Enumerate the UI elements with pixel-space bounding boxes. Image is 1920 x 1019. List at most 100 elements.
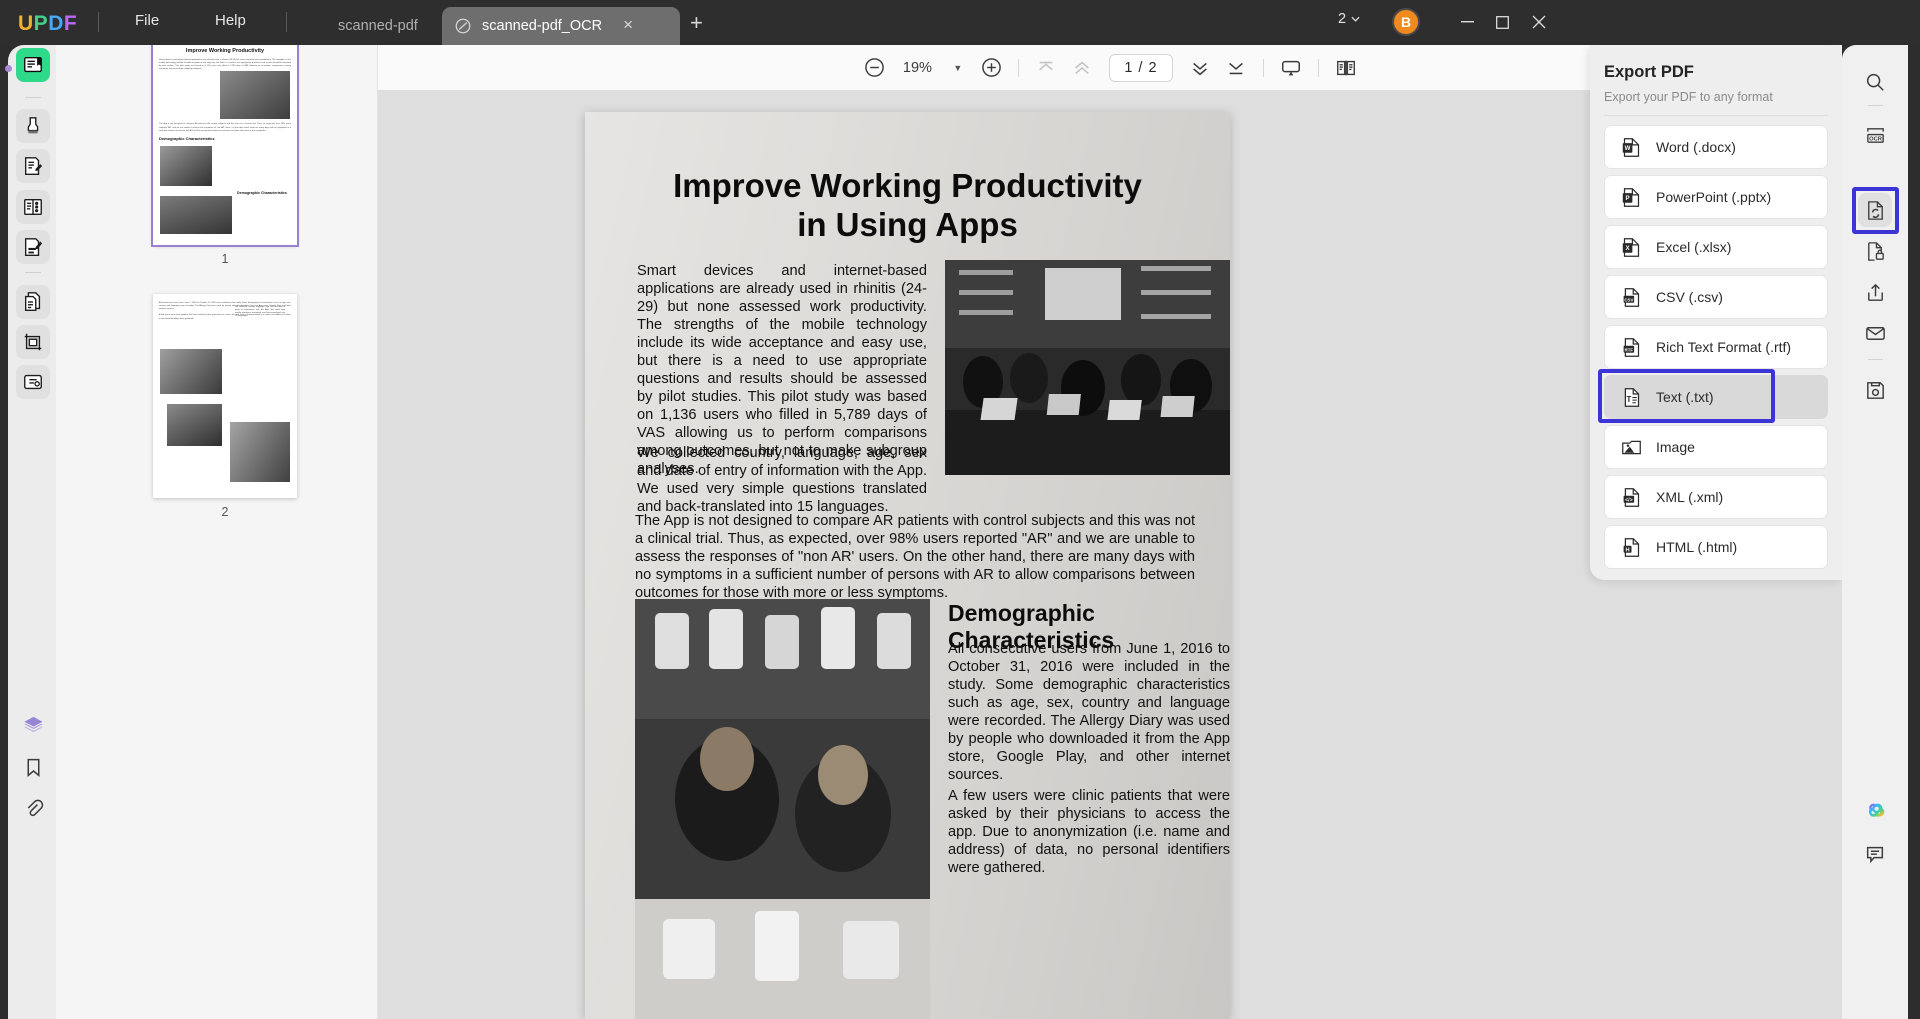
people-table-photo	[635, 599, 930, 1019]
convert-export-icon[interactable]	[1858, 193, 1892, 227]
document-photo-meeting	[945, 260, 1230, 475]
tab-close-icon[interactable]: ×	[618, 16, 638, 36]
ocr-icon[interactable]: OCR	[1858, 118, 1892, 152]
titlebar-divider-2	[286, 12, 287, 32]
thumb-subheading: Demographic Characteristics	[159, 135, 215, 141]
export-option-word[interactable]: W Word (.docx)	[1604, 125, 1828, 169]
ocr-tab-icon	[455, 18, 471, 34]
sidebar-item-layers[interactable]	[16, 709, 50, 743]
title-bar: U P D F File Help scanned-pdf scanned-pd…	[0, 0, 1920, 45]
sidebar-item-organize[interactable]	[16, 190, 50, 224]
protect-lock-icon[interactable]	[1858, 234, 1892, 268]
menu-help[interactable]: Help	[215, 12, 246, 29]
zoom-dropdown-chevron-down-icon[interactable]: ▼	[943, 63, 972, 73]
export-option-powerpoint[interactable]: P PowerPoint (.pptx)	[1604, 175, 1828, 219]
first-page-button[interactable]	[1029, 53, 1063, 83]
page-count-value: 2	[1338, 11, 1347, 27]
export-option-image[interactable]: Image	[1604, 425, 1828, 469]
document-paragraph-5: A few users were clinic patients that we…	[948, 788, 1230, 877]
svg-text:RTF: RTF	[1625, 347, 1634, 352]
last-page-button[interactable]	[1219, 53, 1253, 83]
export-option-xml[interactable]: </> XML (.xml)	[1604, 475, 1828, 519]
toolbar-divider-2	[1262, 58, 1264, 77]
svg-text:P: P	[1626, 195, 1630, 202]
close-icon	[1532, 15, 1546, 29]
zoom-in-button[interactable]	[974, 53, 1008, 83]
thumb2-paragraph-3: We collected country, language, age, sex…	[235, 306, 285, 318]
page-number-input[interactable]: 1 / 2	[1109, 53, 1173, 82]
thumb2-photo-1	[160, 349, 222, 394]
zoom-out-button[interactable]	[857, 53, 891, 83]
sidebar-item-convert[interactable]	[16, 285, 50, 319]
export-option-label: Text (.txt)	[1656, 389, 1714, 405]
export-option-rtf[interactable]: RTF Rich Text Format (.rtf)	[1604, 325, 1828, 369]
email-envelope-icon[interactable]	[1858, 316, 1892, 350]
sidebar-item-protect[interactable]	[16, 365, 50, 399]
close-window-button[interactable]	[1524, 8, 1554, 36]
thumbnail-item-1[interactable]: Improve Working Productivity Smart devic…	[151, 45, 299, 266]
zoom-level-value[interactable]: 19%	[893, 60, 941, 76]
thumbnail-panel[interactable]: Improve Working Productivity Smart devic…	[56, 45, 378, 1019]
sidebar-item-annotate[interactable]	[16, 230, 50, 264]
thumb2-photo-3	[230, 422, 290, 482]
paperclip-icon	[27, 799, 43, 816]
zoom-out-icon	[865, 58, 884, 77]
text-file-icon: T	[1624, 387, 1640, 407]
envelope-icon	[1865, 326, 1885, 340]
powerpoint-file-icon: P	[1622, 187, 1640, 207]
minimize-button[interactable]	[1452, 8, 1482, 36]
excel-file-icon: X	[1622, 237, 1640, 257]
menu-file[interactable]: File	[135, 12, 159, 29]
ocr-scan-icon: OCR	[1866, 127, 1884, 143]
maximize-button[interactable]	[1487, 8, 1517, 36]
thumb-paragraph-2: The App is not designed to compare AR pa…	[159, 123, 291, 132]
comment-chat-icon[interactable]	[1858, 837, 1892, 871]
export-option-excel[interactable]: X Excel (.xlsx)	[1604, 225, 1828, 269]
sidebar-item-bookmark[interactable]	[16, 750, 50, 784]
export-option-label: XML (.xml)	[1656, 489, 1724, 505]
rsidebar-divider-2	[1868, 359, 1883, 360]
search-icon[interactable]	[1858, 65, 1892, 99]
svg-text:</>: </>	[1625, 497, 1633, 503]
document-paragraph-4: All consecutive users from June 1, 2016 …	[948, 641, 1230, 784]
export-option-csv[interactable]: CSV CSV (.csv)	[1604, 275, 1828, 319]
thumb-title: Improve Working Productivity	[185, 48, 265, 54]
tab-scanned-pdf-ocr[interactable]: scanned-pdf_OCR ×	[442, 7, 680, 45]
save-disk-icon[interactable]	[1858, 373, 1892, 407]
tab-scanned-pdf[interactable]: scanned-pdf	[338, 7, 418, 45]
thumbnail-item-2[interactable]: All consecutive users from June 1, 2016 …	[153, 294, 297, 519]
page-layout-button[interactable]	[1329, 53, 1363, 83]
layers-icon	[23, 716, 43, 732]
next-page-button[interactable]	[1183, 53, 1217, 83]
presentation-mode-button[interactable]	[1274, 53, 1308, 83]
document-paragraph-2: We collected country, language, age, sex…	[637, 445, 927, 516]
chevron-down-bar-icon	[1228, 62, 1243, 74]
previous-page-button[interactable]	[1065, 53, 1099, 83]
thumbnail-page-2[interactable]: All consecutive users from June 1, 2016 …	[153, 294, 297, 498]
svg-text:H: H	[1626, 547, 1630, 553]
sidebar-item-crop[interactable]	[16, 325, 50, 359]
export-panel-subtitle: Export your PDF to any format	[1604, 90, 1773, 104]
export-option-label: HTML (.html)	[1656, 539, 1738, 555]
highlighter-marker-icon	[27, 117, 39, 134]
page-count-dropdown[interactable]: 2	[1338, 11, 1360, 27]
avatar[interactable]: B	[1392, 8, 1420, 36]
chevron-up-double-icon	[1075, 61, 1090, 74]
share-upload-icon[interactable]	[1858, 275, 1892, 309]
sidebar-divider-1	[25, 97, 41, 98]
new-tab-button[interactable]: +	[690, 10, 703, 36]
xml-file-icon: </>	[1623, 487, 1640, 507]
sidebar-item-edit-pdf[interactable]	[16, 149, 50, 183]
ai-assistant-icon[interactable]	[1858, 795, 1892, 829]
thumbnail-page-1[interactable]: Improve Working Productivity Smart devic…	[151, 45, 299, 247]
tab-label: scanned-pdf	[338, 18, 418, 34]
export-convert-file-icon	[1867, 200, 1883, 220]
updf-logo[interactable]: U P D F	[18, 12, 77, 36]
meeting-room-photo	[945, 260, 1230, 475]
export-option-text[interactable]: T Text (.txt)	[1598, 369, 1828, 423]
sidebar-item-reader[interactable]	[16, 48, 50, 82]
sidebar-item-markup[interactable]	[16, 109, 50, 143]
export-option-html[interactable]: H HTML (.html)	[1604, 525, 1828, 569]
sidebar-item-attachment[interactable]	[16, 791, 50, 825]
document-photo-people	[635, 599, 930, 1019]
